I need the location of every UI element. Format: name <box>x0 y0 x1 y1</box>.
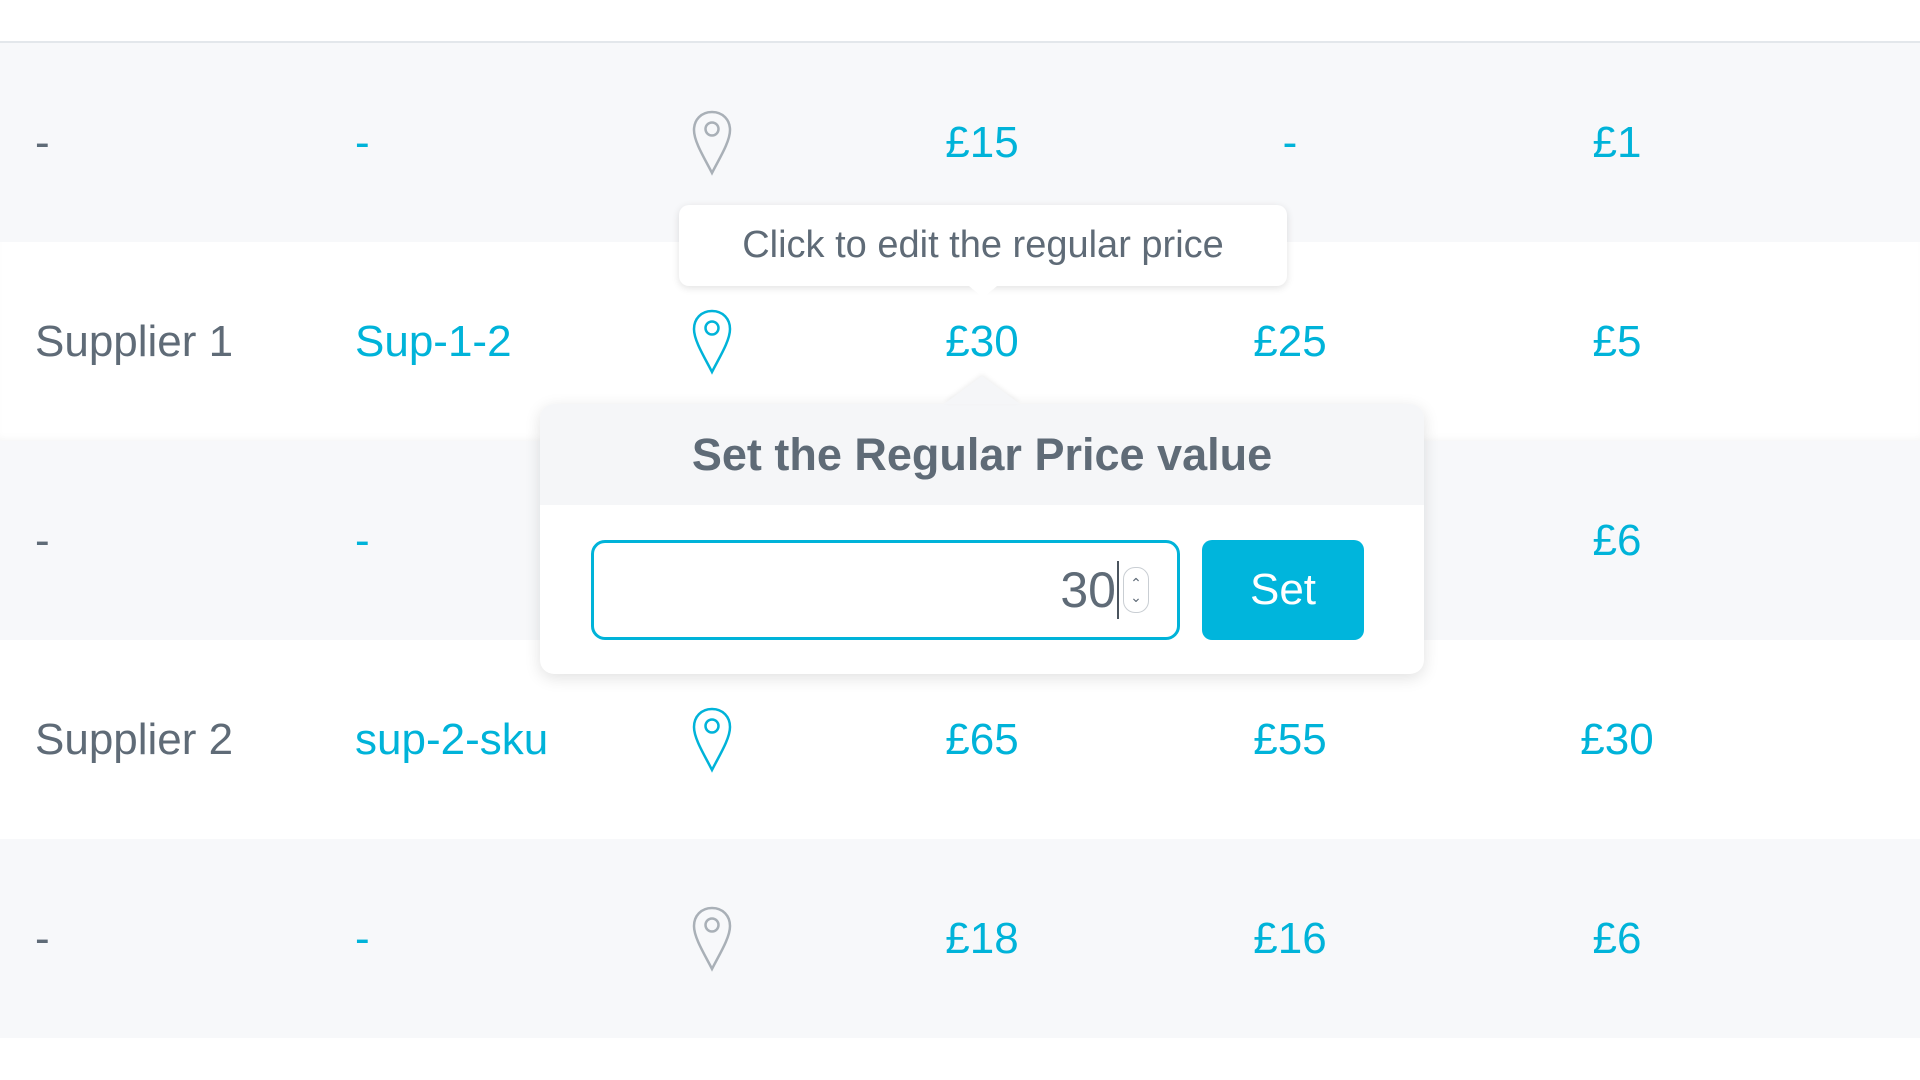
popover-title: Set the Regular Price value <box>540 404 1424 505</box>
number-spinner[interactable]: ⌃ ⌄ <box>1123 567 1149 613</box>
supplier-name: - <box>35 913 50 963</box>
regular-price-popover: Set the Regular Price value 30 ⌃ ⌄ Set <box>540 404 1424 674</box>
regular-price[interactable]: £15 <box>945 120 1018 165</box>
map-pin-icon[interactable] <box>690 905 734 973</box>
popover-body: 30 ⌃ ⌄ Set <box>540 505 1424 674</box>
supplier-name: - <box>35 117 50 167</box>
map-pin-icon[interactable] <box>690 706 734 774</box>
cost-price[interactable]: £1 <box>1593 120 1642 165</box>
sale-price[interactable]: £16 <box>1253 916 1326 961</box>
sku-link[interactable]: - <box>355 916 370 961</box>
cost-price[interactable]: £6 <box>1593 916 1642 961</box>
cost-price[interactable]: £30 <box>1580 717 1653 762</box>
edit-price-tooltip: Click to edit the regular price <box>679 205 1287 286</box>
spinner-down-icon[interactable]: ⌄ <box>1130 590 1142 604</box>
spinner-up-icon[interactable]: ⌃ <box>1130 576 1142 590</box>
sale-price[interactable]: £25 <box>1253 319 1326 364</box>
supplier-name: Supplier 2 <box>35 714 234 764</box>
text-caret <box>1117 561 1119 619</box>
regular-price[interactable]: £30 <box>945 319 1018 364</box>
map-pin-icon[interactable] <box>690 109 734 177</box>
regular-price[interactable]: £18 <box>945 916 1018 961</box>
cost-price[interactable]: £6 <box>1593 518 1642 563</box>
regular-price[interactable]: £65 <box>945 717 1018 762</box>
table-row: - - £18 £16 £6 <box>0 839 1920 1038</box>
map-pin-icon[interactable] <box>690 308 734 376</box>
input-value: 30 <box>1060 562 1116 618</box>
sale-price[interactable]: - <box>1283 120 1298 165</box>
supplier-name: Supplier 1 <box>35 316 234 366</box>
cost-price[interactable]: £5 <box>1593 319 1642 364</box>
tooltip-text: Click to edit the regular price <box>742 224 1224 266</box>
set-button[interactable]: Set <box>1202 540 1364 640</box>
sku-link[interactable]: Sup-1-2 <box>355 319 512 364</box>
sale-price[interactable]: £55 <box>1253 717 1326 762</box>
sku-link[interactable]: - <box>355 120 370 165</box>
sku-link[interactable]: sup-2-sku <box>355 717 548 762</box>
sku-link[interactable]: - <box>355 518 370 563</box>
regular-price-input[interactable]: 30 ⌃ ⌄ <box>591 540 1180 640</box>
supplier-name: - <box>35 515 50 565</box>
